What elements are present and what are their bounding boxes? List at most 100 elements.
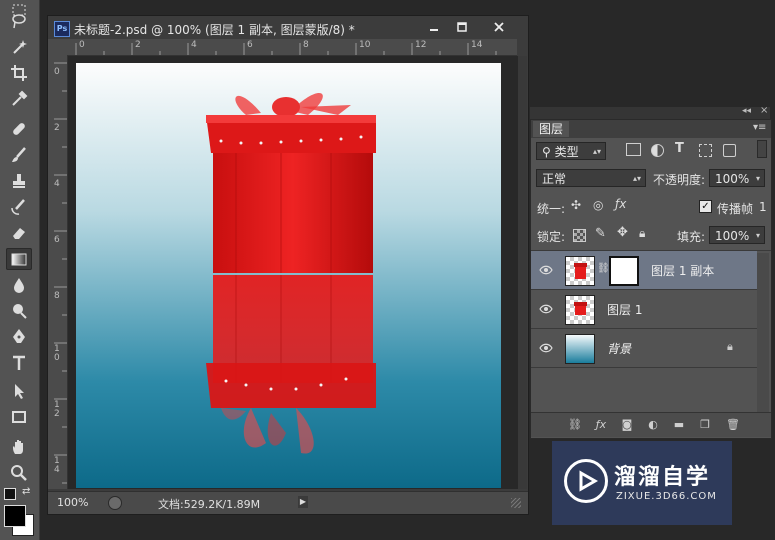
pixel-layer-filter-icon[interactable]	[626, 143, 641, 156]
smart-object-filter-icon[interactable]	[723, 144, 736, 157]
document-title-bar[interactable]: Ps 未标题-2.psd @ 100% (图层 1 副本, 图层蒙版/8) *	[48, 16, 528, 39]
swap-colors-icon[interactable]: ⇄	[22, 486, 30, 497]
ruler-mark: 1 2	[54, 400, 60, 419]
tools-panel: ⇄	[0, 0, 40, 540]
ruler-mark: 10	[359, 40, 371, 50]
layer-name[interactable]: 图层 1 副本	[651, 262, 714, 279]
panel-dock-header[interactable]: ◂◂ ×	[530, 105, 770, 119]
opacity-field[interactable]: 100% ▾	[709, 169, 765, 187]
layer-name[interactable]: 背景	[607, 340, 631, 357]
layer-row-layer1-copy[interactable]: ⛓ 图层 1 副本	[531, 251, 757, 290]
new-group-icon[interactable]: ▬	[671, 417, 687, 433]
clone-stamp-tool-icon[interactable]	[6, 170, 32, 192]
horizontal-ruler[interactable]: 0 2 4 6 8 10 12 14	[67, 39, 517, 56]
vertical-scrollbar[interactable]	[518, 56, 527, 489]
zoom-tool-icon[interactable]	[6, 462, 32, 484]
dodge-tool-icon[interactable]	[6, 300, 32, 322]
lasso-tool-icon[interactable]	[6, 10, 32, 32]
site-watermark: 溜溜自学 ZIXUE.3D66.COM	[552, 441, 732, 525]
hand-tool-icon[interactable]	[6, 436, 32, 458]
layer-thumbnail[interactable]	[565, 295, 595, 325]
default-colors-icon[interactable]	[4, 488, 16, 500]
layer-filter-value: 类型	[554, 145, 579, 159]
layer-row-layer1[interactable]: 图层 1	[531, 290, 757, 329]
adjustment-filter-icon[interactable]	[651, 144, 664, 157]
ruler-origin[interactable]	[48, 39, 67, 55]
lock-transparency-icon[interactable]	[573, 229, 586, 242]
unify-style-icon[interactable]: ƒx	[615, 197, 626, 211]
path-selection-tool-icon[interactable]	[6, 380, 32, 402]
unify-label: 统一:	[537, 202, 566, 216]
watermark-title: 溜溜自学	[614, 465, 711, 490]
brush-tool-icon[interactable]	[6, 144, 32, 166]
minimize-icon	[430, 28, 438, 31]
crop-tool-icon[interactable]	[6, 62, 32, 84]
unify-position-icon[interactable]: ✣	[571, 198, 581, 212]
link-layers-icon[interactable]: ⛓	[567, 417, 583, 433]
canvas-area[interactable]	[68, 56, 518, 489]
lock-all-icon[interactable]: 🔒︎	[639, 226, 645, 241]
ruler-mark: 0	[54, 67, 60, 77]
lock-pixels-icon[interactable]: ✎	[595, 226, 606, 241]
panel-menu-icon[interactable]: ▾≡	[753, 122, 766, 133]
blur-tool-icon[interactable]	[6, 274, 32, 296]
watermark-subtitle: ZIXUE.3D66.COM	[616, 491, 717, 502]
add-mask-icon[interactable]: ◙	[619, 417, 635, 433]
rectangle-tool-icon[interactable]	[6, 406, 32, 428]
chevron-down-icon: ▾	[755, 174, 760, 183]
delete-layer-icon[interactable]: 🗑︎	[725, 417, 741, 433]
foreground-color-swatch[interactable]	[4, 505, 26, 527]
chevron-down-icon: ▾	[755, 231, 760, 240]
magic-wand-tool-icon[interactable]	[6, 36, 32, 58]
close-button[interactable]	[484, 18, 514, 35]
document-canvas[interactable]	[76, 63, 501, 488]
layer-row-background[interactable]: 背景 🔒︎	[531, 329, 757, 368]
pen-tool-icon[interactable]	[6, 326, 32, 348]
mask-link-icon[interactable]: ⛓	[597, 263, 610, 274]
proof-setup-icon[interactable]	[108, 496, 122, 510]
gradient-tool-icon[interactable]	[6, 248, 32, 270]
unify-visibility-icon[interactable]: ◎	[593, 198, 603, 212]
history-brush-tool-icon[interactable]	[6, 196, 32, 218]
propagate-frame-checkbox[interactable]: ✓	[699, 200, 712, 213]
layer-name[interactable]: 图层 1	[607, 301, 642, 318]
zoom-level-field[interactable]: 100%	[57, 496, 88, 509]
visibility-eye-icon[interactable]	[539, 341, 553, 355]
layer-filter-select[interactable]: ⚲ 类型 ▴▾	[536, 142, 606, 160]
ruler-mark: 6	[247, 40, 253, 50]
chevron-updown-icon: ▴▾	[592, 147, 601, 156]
layer-mask-thumbnail[interactable]	[609, 256, 639, 286]
propagate-frame-label: 传播帧	[717, 202, 754, 216]
status-menu-arrow-icon[interactable]: ▶	[298, 496, 308, 508]
eyedropper-tool-icon[interactable]	[6, 88, 32, 110]
lock-position-icon[interactable]: ✥	[617, 225, 628, 240]
add-layer-style-icon[interactable]: ƒx	[593, 417, 609, 433]
new-adjustment-layer-icon[interactable]: ◐	[645, 417, 661, 433]
collapse-panels-icon[interactable]: ◂◂	[742, 106, 751, 116]
eraser-tool-icon[interactable]	[6, 222, 32, 244]
maximize-button[interactable]	[448, 18, 476, 35]
new-layer-icon[interactable]: ❐	[697, 417, 713, 433]
filter-toggle-switch[interactable]	[757, 140, 767, 158]
layer-thumbnail[interactable]	[565, 334, 595, 364]
shape-filter-icon[interactable]	[699, 144, 712, 157]
lock-label: 锁定:	[537, 230, 566, 244]
layers-scrollbar[interactable]	[757, 253, 769, 413]
visibility-eye-icon[interactable]	[539, 263, 553, 277]
ruler-mark: 2	[135, 40, 141, 50]
ruler-mark: 12	[415, 40, 427, 50]
visibility-eye-icon[interactable]	[539, 302, 553, 316]
type-filter-icon[interactable]: T	[675, 141, 684, 156]
close-panels-icon[interactable]: ×	[760, 105, 768, 116]
fill-field[interactable]: 100% ▾	[709, 226, 765, 244]
minimize-button[interactable]	[420, 18, 448, 35]
layer-thumbnail[interactable]	[565, 256, 595, 286]
vertical-ruler[interactable]: 0 2 4 6 8 1 0 1 2 1 4	[48, 55, 68, 489]
tab-layers[interactable]: 图层	[533, 121, 570, 137]
resize-grip-icon[interactable]	[511, 498, 521, 508]
healing-brush-tool-icon[interactable]	[6, 118, 32, 140]
layer-locked-icon: 🔒︎	[727, 340, 733, 353]
type-tool-icon[interactable]	[6, 352, 32, 374]
blend-mode-select[interactable]: 正常 ▴▾	[536, 169, 646, 187]
ruler-mark: 2	[54, 123, 60, 133]
